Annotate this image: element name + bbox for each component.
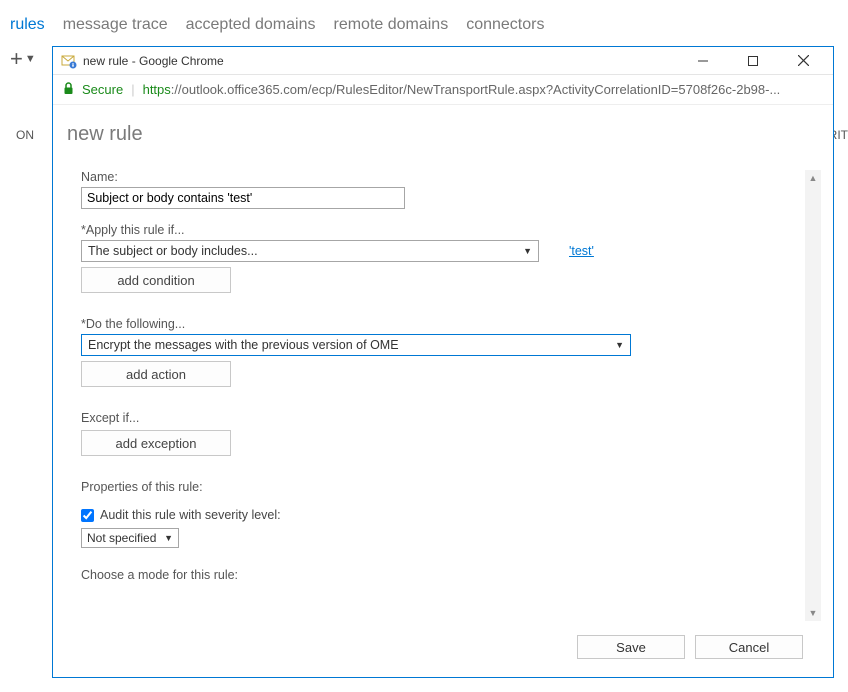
severity-dropdown[interactable]: Not specified ▼ [81,528,179,548]
secure-label: Secure [82,82,123,97]
new-rule-window: new rule - Google Chrome Secure | https:… [52,46,834,678]
audit-checkbox[interactable] [81,509,94,522]
app-icon [61,53,77,69]
do-dropdown[interactable]: Encrypt the messages with the previous v… [81,334,631,356]
cancel-button[interactable]: Cancel [695,635,803,659]
properties-label: Properties of this rule: [81,480,797,494]
maximize-icon [748,56,758,66]
except-section: Except if... add exception [81,411,797,456]
plus-icon: + [10,46,23,72]
window-title: new rule - Google Chrome [83,54,675,68]
add-rule-button[interactable]: + ▼ [10,46,36,72]
dialog-buttons: Save Cancel [53,631,833,677]
page-title: new rule [53,105,833,152]
add-condition-button[interactable]: add condition [81,267,231,293]
nav-tabs: rules message trace accepted domains rem… [0,0,848,42]
do-dropdown-value: Encrypt the messages with the previous v… [88,338,615,352]
url-display[interactable]: https://outlook.office365.com/ecp/RulesE… [143,82,823,97]
tab-remote-domains[interactable]: remote domains [333,16,448,34]
name-section: Name: [81,170,797,209]
apply-section: *Apply this rule if... The subject or bo… [81,223,797,293]
chevron-down-icon: ▼ [615,340,624,350]
tab-connectors[interactable]: connectors [466,16,544,34]
severity-value: Not specified [87,531,164,545]
name-label: Name: [81,170,797,184]
except-label: Except if... [81,411,797,425]
close-icon [798,55,809,66]
mode-section: Choose a mode for this rule: [81,568,797,582]
scroll-up-icon[interactable]: ▲ [805,170,821,186]
url-divider: | [131,82,134,97]
url-scheme: https [143,82,171,97]
tab-rules[interactable]: rules [10,16,45,34]
address-bar: Secure | https://outlook.office365.com/e… [53,75,833,105]
minimize-button[interactable] [681,48,725,74]
chevron-down-icon: ▼ [523,246,532,256]
audit-checkbox-label: Audit this rule with severity level: [100,508,281,522]
close-button[interactable] [781,48,825,74]
column-header-on: ON [16,128,34,142]
url-path: /ecp/RulesEditor/NewTransportRule.aspx?A… [308,82,780,97]
window-titlebar: new rule - Google Chrome [53,47,833,75]
tab-accepted-domains[interactable]: accepted domains [186,16,316,34]
save-button[interactable]: Save [577,635,685,659]
add-action-button[interactable]: add action [81,361,231,387]
properties-section: Properties of this rule: Audit this rule… [81,480,797,548]
mode-label: Choose a mode for this rule: [81,568,797,582]
dropdown-caret-icon: ▼ [25,53,36,65]
do-section: *Do the following... Encrypt the message… [81,317,797,387]
tab-message-trace[interactable]: message trace [63,16,168,34]
form-scroll-area: Name: *Apply this rule if... The subject… [81,170,821,621]
name-input[interactable] [81,187,405,209]
form-content: Name: *Apply this rule if... The subject… [81,170,821,582]
minimize-icon [698,56,708,66]
maximize-button[interactable] [731,48,775,74]
url-host: ://outlook.office365.com [171,82,308,97]
lock-icon [63,82,74,98]
apply-label: *Apply this rule if... [81,223,797,237]
popup-body: new rule Name: *Apply this rule if... Th… [53,105,833,677]
add-exception-button[interactable]: add exception [81,430,231,456]
chevron-down-icon: ▼ [164,533,173,543]
apply-dropdown-value: The subject or body includes... [88,244,523,258]
apply-dropdown[interactable]: The subject or body includes... ▼ [81,240,539,262]
vertical-scrollbar[interactable]: ▲ ▼ [805,170,821,621]
do-label: *Do the following... [81,317,797,331]
scroll-down-icon[interactable]: ▼ [805,605,821,621]
apply-value-link[interactable]: 'test' [569,244,594,258]
